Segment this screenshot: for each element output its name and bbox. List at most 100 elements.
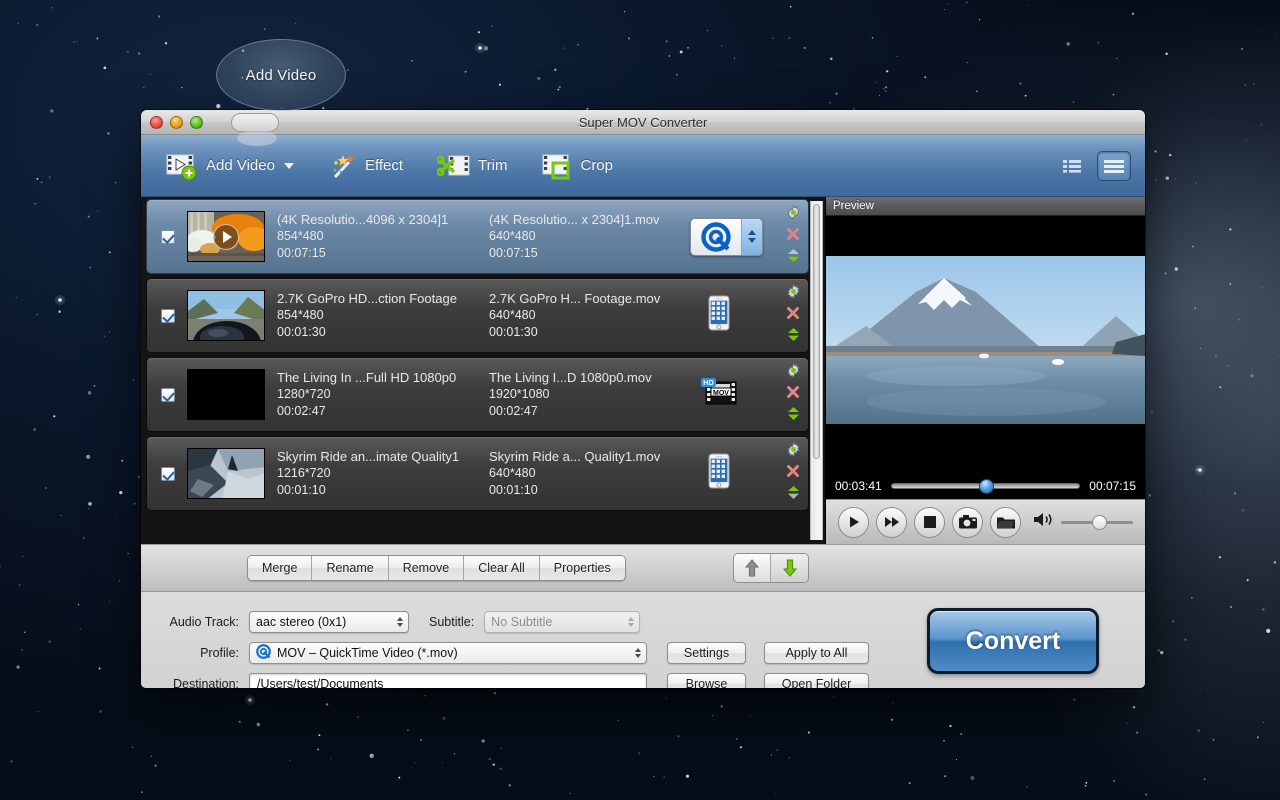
stepper-down-icon[interactable] [748, 238, 756, 243]
toolbar-crop[interactable]: Crop [531, 147, 623, 185]
gear-icon[interactable] [786, 362, 801, 383]
convert-button-label: Convert [965, 626, 1061, 655]
row-output-info: Skyrim Ride a... Quality1.mov 640*480 00… [489, 448, 684, 499]
add-video-callout: Add Video [216, 39, 346, 111]
stop-button[interactable] [914, 506, 945, 538]
toolbar-effect[interactable]: Effect [318, 147, 413, 185]
audio-track-select[interactable]: aac stereo (0x1) [249, 610, 409, 633]
open-folder-button[interactable] [990, 506, 1021, 538]
seek-knob[interactable] [978, 479, 994, 494]
table-row[interactable]: (4K Resolutio...4096 x 2304]1 854*480 00… [146, 199, 809, 274]
row-output-resolution: 640*480 [489, 229, 536, 243]
svg-text:HD: HD [703, 378, 714, 387]
title-bar[interactable]: Super MOV Converter [141, 110, 1145, 135]
row-format-cell [684, 453, 782, 494]
remove-x-icon[interactable] [786, 227, 800, 246]
row-checkbox[interactable] [161, 466, 175, 481]
row-checkbox[interactable] [161, 387, 175, 402]
detail-view-button[interactable] [1097, 150, 1131, 181]
table-row[interactable]: 2.7K GoPro HD...ction Footage 854*480 00… [146, 278, 809, 353]
gear-icon[interactable] [786, 283, 801, 304]
list-scrollbar[interactable] [810, 201, 823, 540]
remove-button[interactable]: Remove [388, 556, 465, 580]
toolbar-trim-label: Trim [478, 157, 508, 174]
hd-mov-icon[interactable]: HD MOV [700, 376, 740, 413]
file-list[interactable]: (4K Resolutio...4096 x 2304]1 854*480 00… [141, 197, 809, 544]
row-source-duration: 00:01:10 [277, 483, 326, 497]
volume-slider[interactable] [1061, 514, 1133, 530]
remove-x-icon[interactable] [786, 306, 800, 325]
trim-scissors-icon [437, 151, 471, 181]
speaker-icon[interactable] [1034, 512, 1054, 532]
properties-button[interactable]: Properties [539, 556, 625, 580]
scrollbar-thumb[interactable] [813, 204, 820, 459]
rename-button[interactable]: Rename [312, 556, 389, 580]
add-video-icon [165, 151, 199, 181]
iphone-icon[interactable] [708, 295, 730, 336]
list-view-button[interactable] [1055, 151, 1089, 181]
play-button[interactable] [838, 506, 869, 538]
play-overlay-icon[interactable] [213, 223, 239, 250]
seek-slider[interactable] [890, 479, 1081, 494]
quicktime-icon [256, 643, 271, 662]
callout-label: Add Video [245, 66, 317, 84]
row-format-stepper[interactable] [741, 218, 762, 255]
view-toggle-group [1055, 150, 1131, 181]
gear-icon[interactable] [786, 204, 801, 225]
row-actions [782, 441, 808, 505]
reorder-arrows-icon[interactable] [787, 327, 800, 347]
row-source-resolution: 1216*720 [277, 466, 331, 480]
reorder-arrows-icon[interactable] [787, 248, 800, 268]
row-format-cell: HD MOV [684, 376, 782, 413]
row-format-selector[interactable] [690, 217, 763, 256]
current-time: 00:03:41 [835, 479, 882, 493]
volume-control[interactable] [1034, 512, 1145, 532]
move-up-button[interactable] [734, 554, 771, 582]
zoom-button[interactable] [190, 116, 203, 129]
row-thumbnail [187, 369, 265, 420]
iphone-icon[interactable] [708, 453, 730, 494]
move-down-button[interactable] [771, 554, 808, 582]
minimize-button[interactable] [170, 116, 183, 129]
chevron-down-icon[interactable] [283, 162, 294, 169]
profile-select[interactable]: MOV – QuickTime Video (*.mov) [249, 641, 647, 664]
convert-button[interactable]: Convert [927, 608, 1099, 674]
crop-icon [541, 151, 573, 181]
preview-panel: Preview 00:03:41 00:07:15 [825, 197, 1145, 544]
stepper-icon[interactable] [628, 616, 635, 627]
stepper-up-icon[interactable] [748, 230, 756, 235]
forward-button[interactable] [876, 506, 907, 538]
row-checkbox[interactable] [161, 229, 175, 244]
reorder-arrows-icon[interactable] [787, 406, 800, 426]
table-row[interactable]: The Living In ...Full HD 1080p0 1280*720… [146, 357, 809, 432]
destination-input[interactable]: /Users/test/Documents [249, 672, 647, 689]
apply-to-all-button[interactable]: Apply to All [764, 641, 869, 664]
snapshot-button[interactable] [952, 506, 983, 538]
destination-value: /Users/test/Documents [257, 676, 384, 689]
table-row[interactable]: Skyrim Ride an...imate Quality1 1216*720… [146, 436, 809, 511]
settings-button[interactable]: Settings [667, 641, 746, 664]
open-folder-button[interactable]: Open Folder [764, 672, 869, 688]
toolbar-add-video[interactable]: Add Video [155, 147, 304, 185]
toolbar-effect-label: Effect [364, 157, 404, 174]
remove-x-icon[interactable] [786, 464, 800, 483]
row-checkbox[interactable] [161, 308, 175, 323]
gear-icon[interactable] [786, 441, 801, 462]
file-list-column: (4K Resolutio...4096 x 2304]1 854*480 00… [141, 197, 825, 544]
reorder-buttons [733, 553, 809, 583]
remove-x-icon[interactable] [786, 385, 800, 404]
settings-panel: Audio Track: aac stereo (0x1) Subtitle: … [141, 592, 1145, 688]
preview-video[interactable] [826, 216, 1145, 473]
row-source-duration: 00:02:47 [277, 404, 326, 418]
browse-button[interactable]: Browse [667, 672, 746, 688]
stepper-icon[interactable] [635, 647, 641, 658]
volume-knob[interactable] [1091, 514, 1107, 530]
clear-all-button[interactable]: Clear All [464, 556, 540, 580]
merge-button[interactable]: Merge [248, 556, 313, 580]
reorder-arrows-icon[interactable] [787, 485, 800, 505]
preview-time-row: 00:03:41 00:07:15 [826, 473, 1145, 499]
stepper-icon[interactable] [397, 616, 403, 627]
close-button[interactable] [150, 116, 163, 129]
subtitle-select[interactable]: No Subtitle [484, 610, 641, 633]
toolbar-trim[interactable]: Trim [427, 147, 517, 185]
